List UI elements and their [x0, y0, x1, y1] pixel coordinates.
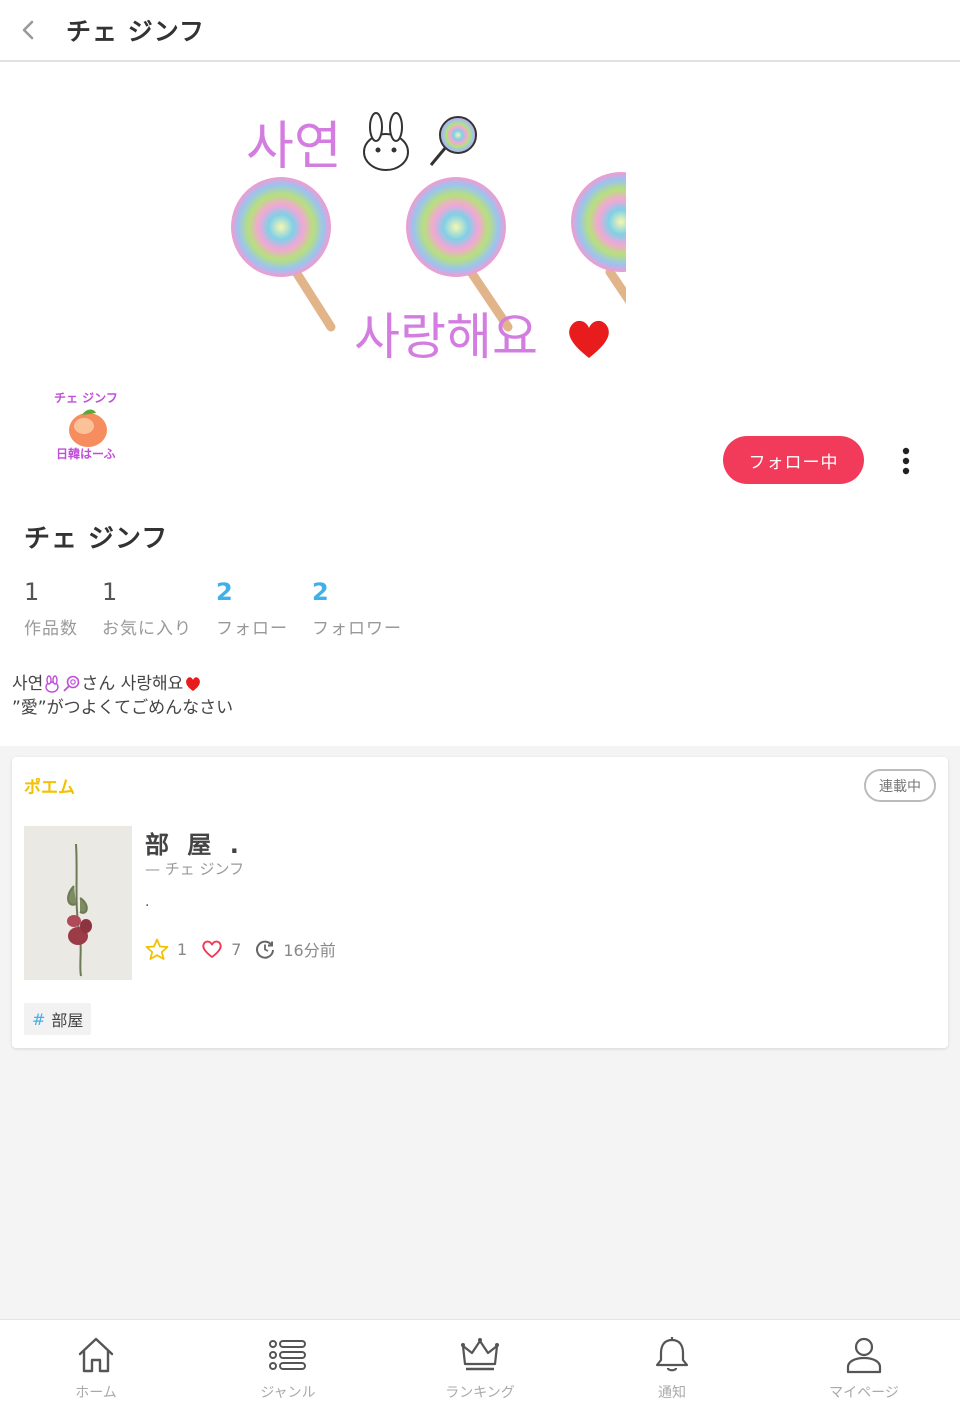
updated-time: 16分前: [283, 941, 336, 960]
favorites-label: お気に入り: [102, 619, 192, 639]
user-icon: [846, 1337, 882, 1374]
followers-label: フォロワー: [312, 619, 402, 639]
heart-icon: [569, 320, 609, 358]
banner-text-top: 사연: [246, 117, 342, 177]
profile-page: チェ ジンフ 사연 사랑해요 チェ ジンフ 日韓はーふ フォロー中 チェ ジンフ…: [0, 0, 960, 1416]
stat-favorites[interactable]: 1 お気に入り: [102, 576, 192, 639]
status-badge: 連載中: [864, 769, 936, 802]
nav-ranking[interactable]: ランキング: [384, 1320, 576, 1416]
bio-line-1: 사연 さん 사랑해요: [12, 672, 233, 696]
stat-works[interactable]: 1 作品数: [24, 576, 78, 639]
work-description: .: [145, 894, 150, 910]
bunny-icon: [44, 675, 60, 693]
back-button[interactable]: [0, 5, 56, 55]
heart-outline-icon: [202, 940, 222, 958]
like-count: 7: [231, 939, 242, 959]
tag-label: 部屋: [51, 1011, 84, 1030]
nav-notifications-label: 通知: [658, 1385, 686, 1401]
more-vertical-icon: [902, 447, 910, 475]
hash-icon: #: [32, 1009, 46, 1029]
nav-home[interactable]: ホーム: [0, 1320, 192, 1416]
work-meta: 1 7 16分前: [145, 937, 350, 961]
lollipop-middle: [406, 177, 513, 332]
profile-section: 사연 사랑해요 チェ ジンフ 日韓はーふ フォロー中 チェ ジンフ 1 作品数 …: [0, 62, 960, 746]
profile-stats: 1 作品数 1 お気に入り 2 フォロー 2 フォロワー: [24, 576, 426, 639]
work-thumbnail[interactable]: [24, 826, 132, 980]
bio-text-b: さん 사랑해요: [81, 674, 184, 694]
banner-text-bottom: 사랑해요: [354, 308, 538, 366]
heart-icon: [184, 676, 202, 692]
top-bar: チェ ジンフ: [0, 0, 960, 62]
star-count: 1: [177, 939, 188, 959]
tag-chip[interactable]: # 部屋: [24, 1003, 92, 1035]
home-icon: [78, 1337, 114, 1373]
list-icon: [269, 1340, 306, 1370]
profile-banner-image: 사연 사랑해요: [231, 112, 626, 366]
nav-mypage-label: マイページ: [829, 1385, 899, 1401]
lollipop-icon: [429, 116, 477, 166]
lollipop-left: [231, 177, 336, 332]
followers-count: 2: [312, 578, 329, 606]
work-title[interactable]: 部 屋 .: [145, 825, 244, 860]
favorites-meta: 1: [145, 938, 187, 960]
work-author: — チェ ジンフ: [145, 860, 245, 878]
page-title: チェ ジンフ: [66, 17, 205, 46]
bunny-icon: [363, 112, 409, 171]
favorites-count: 1: [102, 578, 118, 606]
avatar-text-bottom: 日韓はーふ: [56, 446, 116, 461]
nav-genre-label: ジャンル: [260, 1385, 316, 1401]
follow-button[interactable]: フォロー中: [723, 436, 864, 484]
works-label: 作品数: [24, 619, 78, 639]
lollipop-right: [571, 172, 626, 304]
avatar-text-top: チェ ジンフ: [54, 391, 118, 405]
works-count: 1: [24, 578, 40, 606]
likes-meta: 7: [201, 939, 241, 959]
updated-meta: 16分前: [255, 937, 336, 961]
nav-mypage[interactable]: マイページ: [768, 1320, 960, 1416]
profile-bio: 사연 さん 사랑해요 ”愛”がつよくてごめんなさい: [12, 672, 233, 720]
chevron-left-icon: [22, 20, 34, 40]
avatar[interactable]: チェ ジンフ 日韓はーふ: [44, 388, 140, 468]
bottom-nav: ホーム ジャンル ランキング 通知 マイページ: [0, 1319, 960, 1416]
following-label: フォロー: [216, 619, 288, 639]
star-icon: [145, 938, 169, 960]
nav-notifications[interactable]: 通知: [576, 1320, 768, 1416]
profile-name: チェ ジンフ: [24, 524, 169, 554]
bio-line-2: ”愛”がつよくてごめんなさい: [12, 698, 234, 718]
following-count: 2: [216, 578, 233, 606]
work-card[interactable]: ポエム 連載中 部 屋 . — チェ ジンフ . 1 7 16分前 # 部屋: [12, 757, 948, 1048]
lollipop-icon: [62, 675, 80, 693]
bell-icon: [655, 1337, 689, 1372]
more-options-button[interactable]: [890, 442, 922, 480]
bio-text-a: 사연: [12, 674, 44, 694]
clock-refresh-icon: [256, 940, 275, 959]
genre-label[interactable]: ポエム: [24, 773, 75, 798]
stat-following[interactable]: 2 フォロー: [216, 576, 288, 639]
nav-genre[interactable]: ジャンル: [192, 1320, 384, 1416]
peach-icon: [69, 409, 107, 447]
crown-icon: [461, 1338, 499, 1371]
nav-home-label: ホーム: [75, 1385, 117, 1401]
stat-followers[interactable]: 2 フォロワー: [312, 576, 402, 639]
nav-ranking-label: ランキング: [445, 1385, 515, 1401]
